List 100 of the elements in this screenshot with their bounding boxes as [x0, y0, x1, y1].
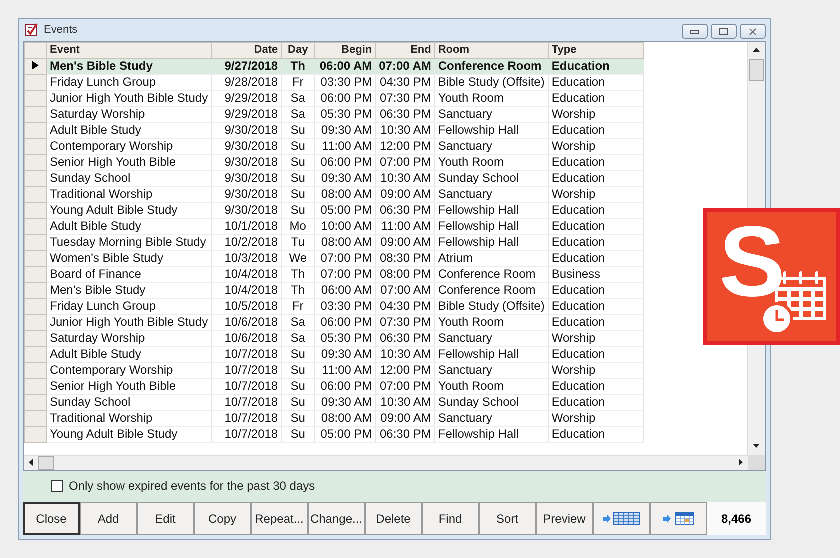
- table-cell: Young Adult Bible Study: [46, 426, 212, 442]
- table-cell: 07:00 PM: [376, 154, 435, 170]
- table-cell: 11:00 AM: [314, 138, 376, 154]
- table-cell: Conference Room: [434, 282, 548, 298]
- action-button[interactable]: Find: [422, 502, 479, 535]
- table-cell: Education: [548, 154, 644, 170]
- table-cell: 06:30 PM: [376, 426, 435, 442]
- table-cell: Board of Finance: [46, 266, 212, 282]
- table-cell: Fellowship Hall: [434, 202, 548, 218]
- table-cell: Sanctuary: [434, 362, 548, 378]
- table-cell: Sanctuary: [434, 138, 548, 154]
- table-cell: Fellowship Hall: [434, 234, 548, 250]
- table-cell: 06:00 PM: [314, 378, 376, 394]
- action-button[interactable]: Close: [23, 502, 80, 535]
- window-title: Events: [44, 24, 78, 36]
- column-header[interactable]: Begin: [314, 42, 376, 58]
- table-cell: Worship: [548, 410, 644, 426]
- table-cell: 9/29/2018: [212, 90, 282, 106]
- table-cell: Education: [548, 282, 644, 298]
- table-cell: Fellowship Hall: [434, 426, 548, 442]
- table-cell: 10/6/2018: [212, 330, 282, 346]
- table-cell: Worship: [548, 330, 644, 346]
- scroll-thumb[interactable]: [749, 58, 764, 81]
- action-button[interactable]: Sort: [479, 502, 536, 535]
- action-button[interactable]: Delete: [365, 502, 422, 535]
- table-cell: 9/30/2018: [212, 170, 282, 186]
- table-cell: 10/7/2018: [212, 410, 282, 426]
- action-button[interactable]: Change...: [308, 502, 365, 535]
- table-cell: Bible Study (Offsite): [434, 74, 548, 90]
- table-cell: 11:00 AM: [314, 362, 376, 378]
- table-cell: Youth Room: [434, 154, 548, 170]
- table-cell: Su: [282, 122, 315, 138]
- table-cell: Fellowship Hall: [434, 346, 548, 362]
- table-cell: Worship: [548, 138, 644, 154]
- table-cell: Adult Bible Study: [46, 218, 212, 234]
- table-cell: 09:30 AM: [314, 346, 376, 362]
- table-cell: 10:30 AM: [376, 170, 435, 186]
- checklist-icon: [25, 22, 39, 37]
- table-cell: Su: [282, 394, 315, 410]
- table-cell: 08:00 AM: [314, 186, 376, 202]
- column-header[interactable]: Event: [46, 42, 212, 58]
- close-button[interactable]: [740, 24, 766, 40]
- minimize-button[interactable]: [682, 24, 708, 40]
- table-cell: Education: [548, 394, 644, 410]
- column-header[interactable]: Day: [282, 42, 315, 58]
- expired-events-checkbox[interactable]: Only show expired events for the past 30 days: [51, 479, 316, 494]
- column-header[interactable]: Type: [548, 42, 644, 58]
- table-cell: Su: [282, 138, 315, 154]
- action-button[interactable]: Add: [80, 502, 137, 535]
- table-cell: Education: [548, 122, 644, 138]
- table-cell: 05:00 PM: [314, 426, 376, 442]
- right-arrow-icon: [739, 459, 743, 466]
- logo-letter: S: [719, 212, 786, 320]
- maximize-button[interactable]: [711, 24, 737, 40]
- table-cell: Conference Room: [434, 58, 548, 74]
- export-grid-button[interactable]: [593, 502, 650, 535]
- table-cell: 06:30 PM: [376, 330, 435, 346]
- table-cell: Su: [282, 202, 315, 218]
- down-arrow-icon: [753, 444, 760, 448]
- table-cell: Sa: [282, 314, 315, 330]
- table-cell: Women's Bible Study: [46, 250, 212, 266]
- table-cell: 08:00 PM: [376, 266, 435, 282]
- table-cell: Su: [282, 362, 315, 378]
- action-button[interactable]: Repeat...: [251, 502, 308, 535]
- row-selector[interactable]: [24, 58, 46, 74]
- table-cell: 07:00 PM: [376, 378, 435, 394]
- table-cell: Education: [548, 202, 644, 218]
- table-cell: 06:00 PM: [314, 154, 376, 170]
- table-cell: Education: [548, 74, 644, 90]
- table-cell: 9/29/2018: [212, 106, 282, 122]
- table-cell: 05:30 PM: [314, 106, 376, 122]
- table-cell: 9/27/2018: [212, 58, 282, 74]
- table-cell: 10/6/2018: [212, 314, 282, 330]
- table-cell: 10/7/2018: [212, 426, 282, 442]
- table-cell: Education: [548, 218, 644, 234]
- table-cell: Business: [548, 266, 644, 282]
- table-cell: Education: [548, 426, 644, 442]
- action-button[interactable]: Copy: [194, 502, 251, 535]
- export-calendar-button[interactable]: [650, 502, 707, 535]
- table-cell: 10/4/2018: [212, 266, 282, 282]
- scroll-thumb[interactable]: [38, 456, 54, 470]
- column-header[interactable]: Room: [434, 42, 548, 58]
- table-cell: 10/5/2018: [212, 298, 282, 314]
- table-cell: 10/2/2018: [212, 234, 282, 250]
- table-cell: 07:00 PM: [314, 250, 376, 266]
- table-cell: 04:30 PM: [376, 74, 435, 90]
- table-cell: Friday Lunch Group: [46, 298, 212, 314]
- table-cell: 09:00 AM: [376, 410, 435, 426]
- table-cell: Sa: [282, 106, 315, 122]
- column-header[interactable]: Date: [212, 42, 282, 58]
- table-cell: 10:30 AM: [376, 346, 435, 362]
- table-cell: 06:30 PM: [376, 106, 435, 122]
- action-button[interactable]: Edit: [137, 502, 194, 535]
- action-button[interactable]: Preview: [536, 502, 593, 535]
- table-cell: Su: [282, 154, 315, 170]
- table-cell: 10/7/2018: [212, 378, 282, 394]
- column-header[interactable]: End: [376, 42, 435, 58]
- table-cell: Adult Bible Study: [46, 122, 212, 138]
- table-cell: Th: [282, 282, 315, 298]
- table-cell: Th: [282, 58, 315, 74]
